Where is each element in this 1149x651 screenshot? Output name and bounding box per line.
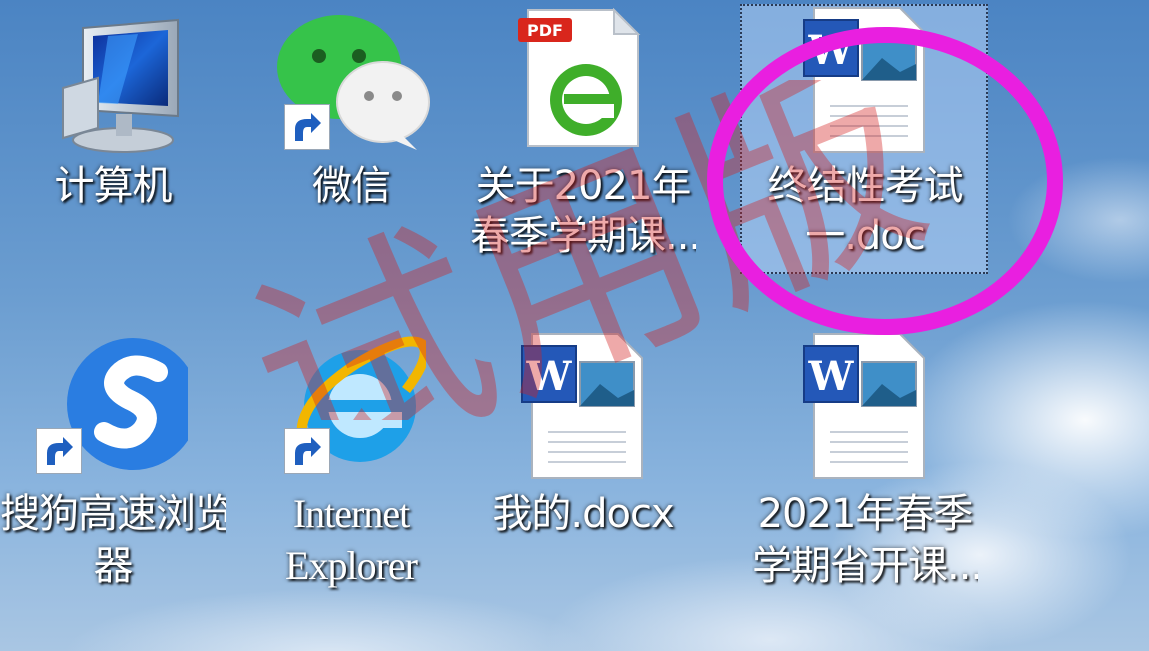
desktop-icon-exam-document[interactable]: W 终结性考试 一.doc xyxy=(752,0,978,280)
word-doc-icon: W xyxy=(518,332,648,486)
computer-icon xyxy=(38,18,188,162)
svg-text:W: W xyxy=(526,353,573,400)
shortcut-arrow-icon xyxy=(284,428,330,474)
pdf-icon: PDF xyxy=(518,7,648,152)
icon-label: 计算机 xyxy=(54,163,173,209)
shortcut-arrow-icon xyxy=(36,428,82,474)
icon-label-line1: 搜狗高速浏览 xyxy=(0,491,226,537)
desktop-icon-internet-explorer[interactable]: Internet Explorer xyxy=(238,320,464,620)
desktop-icon-computer[interactable]: 计算机 xyxy=(0,0,226,280)
word-doc-icon: W xyxy=(800,6,930,160)
desktop[interactable]: 计算机 微信 PDF 关于2021年 春季学期课... W 终结性考试 一.do… xyxy=(0,0,1149,651)
icon-label: 我的.docx xyxy=(492,491,674,537)
icon-label-line1: 关于2021年 xyxy=(475,163,692,209)
svg-text:W: W xyxy=(808,27,855,74)
icon-label-line2: 春季学期课... xyxy=(470,213,696,259)
svg-text:W: W xyxy=(808,353,855,400)
icon-label-line2: 器 xyxy=(93,543,134,589)
icon-label-line2: 学期省开课... xyxy=(752,543,978,589)
icon-label: 微信 xyxy=(312,163,391,209)
icon-label-line1: Internet xyxy=(292,491,410,536)
shortcut-arrow-icon xyxy=(284,104,330,150)
icon-label-line2: Explorer xyxy=(285,543,418,588)
desktop-icon-pdf-document[interactable]: PDF 关于2021年 春季学期课... xyxy=(470,0,696,280)
desktop-icon-course-document[interactable]: W 2021年春季 学期省开课... xyxy=(752,320,978,620)
desktop-icon-wechat[interactable]: 微信 xyxy=(238,0,464,280)
word-doc-icon: W xyxy=(800,332,930,486)
icon-label-line1: 2021年春季 xyxy=(757,491,974,537)
icon-label-line1: 终结性考试 xyxy=(767,163,964,209)
pdf-badge-text: PDF xyxy=(527,21,563,40)
desktop-icon-sogou-browser[interactable]: 搜狗高速浏览 器 xyxy=(0,320,226,620)
desktop-icon-my-docx[interactable]: W 我的.docx xyxy=(470,320,696,620)
icon-label-line2: 一.doc xyxy=(805,213,926,259)
